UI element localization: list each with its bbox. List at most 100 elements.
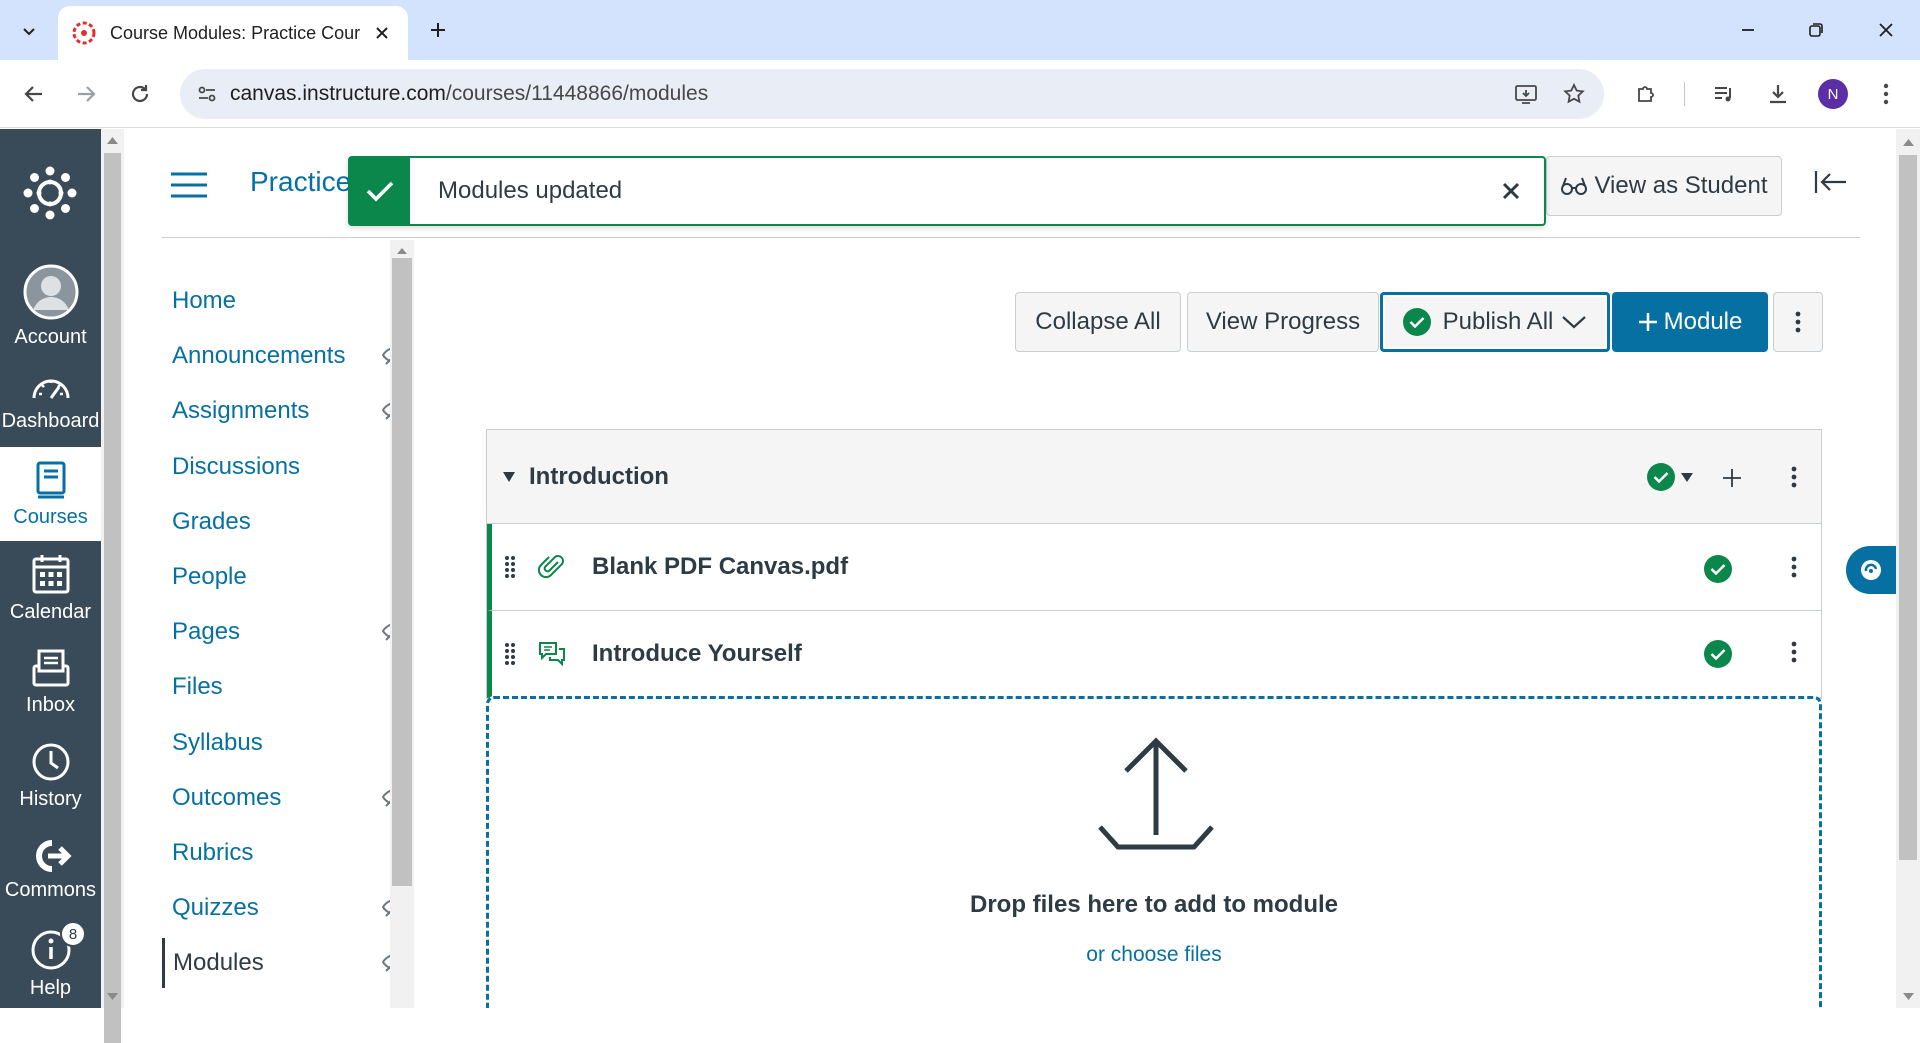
course-menu-toggle[interactable] [170, 172, 208, 198]
module-item[interactable]: Introduce Yourself [487, 611, 1821, 698]
media-controls-button[interactable] [1706, 76, 1742, 112]
module-item-title[interactable]: Blank PDF Canvas.pdf [592, 553, 848, 581]
view-progress-label: View Progress [1205, 308, 1361, 335]
calendar-icon [32, 554, 69, 593]
canvas-logo[interactable] [22, 165, 78, 221]
scroll-down-icon [1903, 993, 1914, 1000]
profile-button[interactable]: N [1815, 76, 1851, 112]
view-progress-button[interactable]: View Progress [1187, 292, 1379, 352]
course-nav-modules[interactable]: Modules [162, 938, 408, 988]
scrollbar-thumb[interactable] [1899, 155, 1917, 860]
page-scrollbar[interactable] [1896, 129, 1920, 1008]
course-nav-scrollbar[interactable] [390, 240, 414, 1008]
success-toast: Modules updated [348, 156, 1546, 226]
toolbar-divider [1684, 82, 1685, 106]
global-nav-account[interactable]: Account [0, 259, 101, 353]
choose-files-link[interactable]: or choose files [489, 943, 1819, 967]
discussion-icon [539, 642, 565, 667]
arrow-right-icon [78, 86, 96, 102]
install-app-button[interactable] [1514, 82, 1538, 106]
close-window-button[interactable] [1866, 12, 1906, 48]
course-nav-label: Outcomes [172, 784, 282, 811]
downloads-button[interactable] [1760, 76, 1796, 112]
module-item[interactable]: Blank PDF Canvas.pdf [487, 524, 1821, 611]
floating-help-widget[interactable] [1846, 546, 1896, 594]
course-nav-people[interactable]: People [162, 552, 390, 602]
view-as-student-label: View as Student [1594, 172, 1768, 199]
course-nav-assignments[interactable]: Assignments [162, 386, 408, 436]
extensions-button[interactable] [1628, 76, 1664, 112]
tab-search-button[interactable] [12, 14, 46, 48]
chat-icon [1861, 560, 1881, 580]
course-nav-syllabus[interactable]: Syllabus [162, 718, 390, 768]
site-settings-icon [198, 86, 216, 102]
course-nav-label: Files [172, 673, 223, 700]
address-bar[interactable]: canvas.instructure.com/courses/11448866/… [180, 69, 1604, 119]
bookmark-button[interactable] [1562, 82, 1586, 106]
nav-scrollbar[interactable] [101, 129, 124, 1043]
collapse-sidebar-button[interactable] [1814, 170, 1848, 194]
add-module-item-button[interactable] [1721, 467, 1743, 489]
course-nav-files[interactable]: Files [162, 662, 390, 712]
published-check-icon[interactable] [1704, 555, 1732, 583]
scroll-up-icon [1903, 139, 1914, 146]
toast-close-button[interactable] [1498, 178, 1524, 204]
module-header[interactable]: Introduction [487, 430, 1821, 524]
new-tab-button[interactable] [422, 14, 454, 46]
course-nav-label: People [172, 563, 247, 590]
restore-button[interactable] [1796, 12, 1836, 48]
avatar: N [1818, 79, 1848, 109]
global-nav-calendar[interactable]: Calendar [0, 541, 101, 635]
browser-menu-button[interactable] [1868, 76, 1904, 112]
url-text: canvas.instructure.com/courses/11448866/… [230, 82, 708, 106]
collapse-all-button[interactable]: Collapse All [1015, 292, 1181, 352]
toolbar-more-button[interactable] [1773, 292, 1823, 352]
breadcrumb-course[interactable]: Practice [250, 166, 351, 198]
course-nav-label: Announcements [172, 342, 346, 369]
global-nav-history[interactable]: History [0, 729, 101, 823]
module-item-more-button[interactable] [1791, 641, 1797, 663]
course-nav-pages[interactable]: Pages [162, 607, 408, 657]
reload-button[interactable] [122, 76, 158, 112]
global-nav-help[interactable]: 8 Help [0, 917, 101, 1011]
kebab-menu-icon [1791, 641, 1797, 663]
browser-tab[interactable]: Course Modules: Practice Cours [58, 6, 408, 60]
file-drop-zone[interactable]: Drop files here to add to module or choo… [486, 696, 1822, 1008]
kebab-menu-icon [1791, 466, 1797, 488]
course-nav-grades[interactable]: Grades [162, 497, 390, 547]
close-icon [1502, 182, 1520, 200]
back-button[interactable] [16, 76, 52, 112]
forward-button[interactable] [68, 76, 104, 112]
scrollbar-thumb[interactable] [104, 153, 121, 1043]
global-nav-dashboard[interactable]: Dashboard [0, 353, 101, 447]
module-publish-menu[interactable] [1647, 463, 1693, 491]
course-nav-quizzes[interactable]: Quizzes [162, 883, 408, 933]
caret-down-icon [503, 471, 515, 482]
global-nav-courses[interactable]: Courses [0, 447, 101, 541]
module-item-more-button[interactable] [1791, 556, 1797, 578]
course-nav-home[interactable]: Home [162, 276, 390, 326]
site-info-button[interactable] [196, 83, 218, 105]
kebab-menu-icon [1795, 311, 1801, 333]
scrollbar-thumb[interactable] [392, 258, 412, 886]
course-nav-discussions[interactable]: Discussions [162, 442, 390, 492]
view-as-student-button[interactable]: View as Student [1546, 156, 1782, 216]
close-icon [376, 27, 388, 39]
download-icon [1770, 85, 1786, 104]
collapse-module-toggle[interactable] [503, 471, 515, 482]
module-more-button[interactable] [1791, 466, 1797, 488]
course-nav-announcements[interactable]: Announcements [162, 331, 408, 381]
course-nav-label: Rubrics [172, 839, 254, 866]
course-nav-rubrics[interactable]: Rubrics [162, 828, 390, 878]
publish-all-button[interactable]: Publish All [1380, 292, 1610, 352]
canvas-favicon-icon [72, 21, 96, 45]
published-check-icon[interactable] [1704, 640, 1732, 668]
tab-close-button[interactable] [370, 21, 394, 45]
course-nav-outcomes[interactable]: Outcomes [162, 773, 408, 823]
global-nav-commons[interactable]: Commons [0, 823, 101, 917]
global-nav-inbox[interactable]: Inbox [0, 635, 101, 729]
module-item-title[interactable]: Introduce Yourself [592, 640, 802, 668]
course-nav-label: Home [172, 287, 237, 314]
add-module-button[interactable]: Module [1612, 292, 1768, 352]
minimize-button[interactable] [1728, 12, 1768, 48]
